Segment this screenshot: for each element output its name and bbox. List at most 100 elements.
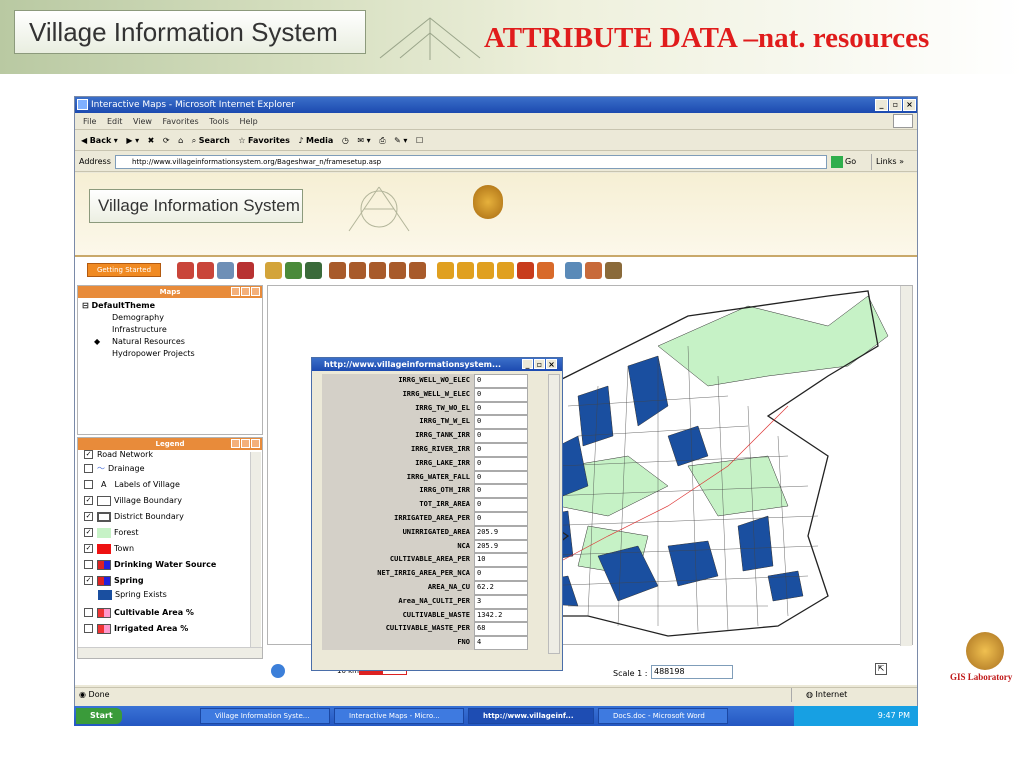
panel-restore-icon[interactable] <box>241 287 250 296</box>
popup-close-button[interactable]: × <box>546 359 557 369</box>
panel-min-icon[interactable] <box>231 287 240 296</box>
stop-icon[interactable]: ✖ <box>148 136 155 145</box>
drainage-line-icon: 〜 <box>97 464 105 473</box>
popup-minimize-button[interactable]: _ <box>522 359 533 369</box>
status-page-icon: ◉ <box>79 690 86 699</box>
task-interactive-maps[interactable]: Interactive Maps - Micro... <box>334 708 464 724</box>
go-button[interactable]: Go <box>831 154 856 170</box>
print-map-icon[interactable] <box>605 262 622 279</box>
popup-maximize-button[interactable]: ▫ <box>534 359 545 369</box>
select-point-icon[interactable] <box>329 262 346 279</box>
legend-item-irrigated-area[interactable]: Irrigated Area % <box>84 622 188 636</box>
back-button[interactable]: ◀ Back ▾ <box>81 136 118 145</box>
forest-checkbox[interactable]: ✓ <box>84 528 93 537</box>
draw-line-icon[interactable] <box>457 262 474 279</box>
refresh-icon[interactable]: ⟳ <box>163 136 170 145</box>
drinking-water-checkbox[interactable] <box>84 560 93 569</box>
labels-checkbox[interactable] <box>84 480 93 489</box>
edit-icon[interactable]: ✎ ▾ <box>394 136 407 145</box>
tree-item-natural-resources[interactable]: ◆ Natural Resources <box>82 336 258 348</box>
map-vertical-scrollbar[interactable] <box>900 286 912 646</box>
menu-view[interactable]: View <box>133 117 152 126</box>
draw-polygon-icon[interactable] <box>497 262 514 279</box>
home-icon[interactable]: ⌂ <box>178 136 183 145</box>
maximize-button[interactable]: ▫ <box>889 99 902 111</box>
measure-icon[interactable] <box>305 262 322 279</box>
query-icon[interactable] <box>565 262 582 279</box>
menu-help[interactable]: Help <box>239 117 257 126</box>
previous-extent-icon[interactable] <box>271 664 285 678</box>
road-network-checkbox[interactable]: ✓ <box>84 450 93 459</box>
links-button[interactable]: Links » <box>871 154 904 170</box>
tree-item-hydropower[interactable]: Hydropower Projects <box>82 348 258 360</box>
menu-edit[interactable]: Edit <box>107 117 123 126</box>
print-icon[interactable]: ⎙ <box>379 136 385 145</box>
clear-graphics-icon[interactable] <box>537 262 554 279</box>
tree-item-demography[interactable]: Demography <box>82 312 258 324</box>
legend-item-town[interactable]: ✓ Town <box>84 542 134 556</box>
panel-close-icon[interactable] <box>251 439 260 448</box>
legend-item-village-boundary[interactable]: ✓ Village Boundary <box>84 494 182 508</box>
task-popup-window[interactable]: http://www.villageinf... <box>468 708 594 724</box>
legend-vertical-scrollbar[interactable] <box>250 452 261 648</box>
menu-tools[interactable]: Tools <box>209 117 229 126</box>
select-rect-icon[interactable] <box>369 262 386 279</box>
menu-favorites[interactable]: Favorites <box>163 117 199 126</box>
start-button[interactable]: Start <box>76 708 122 724</box>
legend-item-drainage[interactable]: 〜 Drainage <box>84 462 145 476</box>
cultivable-area-checkbox[interactable] <box>84 608 93 617</box>
spring-checkbox[interactable]: ✓ <box>84 576 93 585</box>
panel-min-icon[interactable] <box>231 439 240 448</box>
district-boundary-checkbox[interactable]: ✓ <box>84 512 93 521</box>
legend-item-labels[interactable]: A Labels of Village <box>84 478 180 492</box>
legend-item-spring[interactable]: ✓ Spring <box>84 574 144 588</box>
minimize-button[interactable]: _ <box>875 99 888 111</box>
irrigated-area-checkbox[interactable] <box>84 624 93 633</box>
zoom-in-icon[interactable] <box>177 262 194 279</box>
select-poly-icon[interactable] <box>389 262 406 279</box>
natural-resources-label: Natural Resources <box>112 337 185 346</box>
menu-file[interactable]: File <box>83 117 96 126</box>
legend-horizontal-scrollbar[interactable] <box>78 647 262 658</box>
label-icon[interactable] <box>585 262 602 279</box>
find-icon[interactable] <box>285 262 302 279</box>
close-button[interactable]: × <box>903 99 916 111</box>
legend-item-drinking-water[interactable]: Drinking Water Source <box>84 558 216 572</box>
attr-key: IRRG_WELL_W_ELEC <box>322 387 474 402</box>
legend-item-district-boundary[interactable]: ✓ District Boundary <box>84 510 184 524</box>
search-button[interactable]: ⌕ Search <box>192 136 230 145</box>
legend-item-cultivable-area[interactable]: Cultivable Area % <box>84 606 194 620</box>
media-button[interactable]: ♪ Media <box>298 136 333 145</box>
village-boundary-checkbox[interactable]: ✓ <box>84 496 93 505</box>
messenger-icon[interactable]: ☐ <box>416 136 423 145</box>
town-checkbox[interactable]: ✓ <box>84 544 93 553</box>
pan-icon[interactable] <box>217 262 234 279</box>
identify-icon[interactable] <box>265 262 282 279</box>
address-input[interactable]: http://www.villageinformationsystem.org/… <box>115 155 827 169</box>
task-word-document[interactable]: DocS.doc - Microsoft Word <box>598 708 728 724</box>
maps-panel: Maps ⊟ DefaultTheme Demography Infrastru… <box>77 285 263 435</box>
tree-root[interactable]: ⊟ DefaultTheme <box>82 300 258 312</box>
mail-icon[interactable]: ✉ ▾ <box>357 136 370 145</box>
legend-item-road-network[interactable]: ✓ Road Network <box>84 448 153 462</box>
select-line-icon[interactable] <box>349 262 366 279</box>
draw-point-icon[interactable] <box>437 262 454 279</box>
draw-polyline-icon[interactable] <box>477 262 494 279</box>
task-village-information[interactable]: Village Information Syste... <box>200 708 330 724</box>
scale-input[interactable]: 488198 <box>651 665 733 679</box>
select-circle-icon[interactable] <box>409 262 426 279</box>
legend-item-forest[interactable]: ✓ Forest <box>84 526 139 540</box>
history-icon[interactable]: ◷ <box>342 136 349 145</box>
forward-button[interactable]: ▶ ▾ <box>126 136 139 145</box>
panel-close-icon[interactable] <box>251 287 260 296</box>
panel-restore-icon[interactable] <box>241 439 250 448</box>
draw-text-icon[interactable] <box>517 262 534 279</box>
zoom-out-icon[interactable] <box>197 262 214 279</box>
favorites-button[interactable]: ☆ Favorites <box>238 136 290 145</box>
popup-scrollbar[interactable] <box>548 374 560 654</box>
full-extent-icon[interactable] <box>237 262 254 279</box>
drainage-checkbox[interactable] <box>84 464 93 473</box>
getting-started-button[interactable]: Getting Started <box>87 263 161 277</box>
tree-item-infrastructure[interactable]: Infrastructure <box>82 324 258 336</box>
expand-icon[interactable]: ⇱ <box>875 663 887 675</box>
